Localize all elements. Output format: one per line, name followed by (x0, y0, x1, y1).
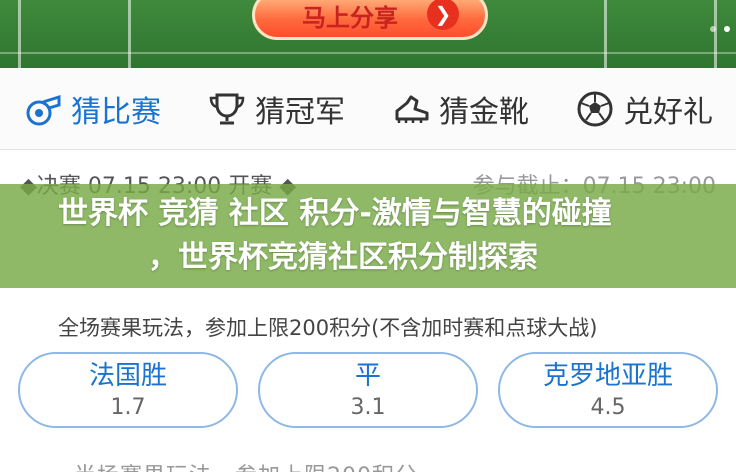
carousel-dot-active[interactable] (724, 26, 730, 32)
field-line (128, 0, 131, 68)
field-line (604, 0, 607, 68)
promo-banner: 马上分享 ❯ (0, 0, 736, 68)
option-name: 平 (354, 361, 381, 391)
tab-guess-match[interactable]: 猜比赛 (23, 87, 161, 131)
tab-label: 猜比赛 (71, 94, 161, 130)
tab-guess-champion[interactable]: 猜冠军 (207, 87, 345, 131)
boot-icon (391, 89, 431, 129)
carousel-dot[interactable] (710, 26, 716, 32)
headline-line-2: ，世界杯竞猜社区积分制探索 (148, 240, 538, 275)
half-time-rules-text: 半场赛果玩法，参加上限200积分 (74, 458, 418, 472)
field-line (18, 0, 21, 68)
tab-label: 兑好礼 (623, 94, 713, 130)
tab-label: 猜金靴 (439, 94, 529, 130)
bet-options: 法国胜 1.7 平 3.1 克罗地亚胜 4.5 (18, 352, 718, 428)
field-line (714, 0, 717, 68)
option-odds: 4.5 (590, 395, 626, 420)
option-odds: 3.1 (350, 395, 386, 420)
chevron-right-icon: ❯ (427, 0, 459, 30)
headline-overlay: 世界杯 竞猜 社区 积分-激情与智慧的碰撞 ，世界杯竞猜社区积分制探索 (0, 184, 736, 288)
whistle-icon (23, 89, 63, 129)
tab-guess-golden-boot[interactable]: 猜金靴 (391, 87, 529, 131)
share-button-label: 马上分享 (302, 3, 398, 32)
tab-bar: 猜比赛 猜冠军 猜金靴 兑好礼 (0, 68, 736, 150)
option-name: 法国胜 (88, 361, 167, 391)
tab-label: 猜冠军 (255, 94, 345, 130)
tab-redeem-gifts[interactable]: 兑好礼 (575, 87, 713, 131)
option-draw[interactable]: 平 3.1 (258, 352, 478, 428)
trophy-icon (207, 89, 247, 129)
share-now-button[interactable]: 马上分享 ❯ (252, 0, 488, 40)
carousel-dots[interactable] (710, 26, 730, 32)
option-france-win[interactable]: 法国胜 1.7 (18, 352, 238, 428)
option-odds: 1.7 (110, 395, 146, 420)
headline-line-1: 世界杯 竞猜 社区 积分-激情与智慧的碰撞 (58, 196, 612, 231)
rules-text: 全场赛果玩法，参加上限200积分(不含加时赛和点球大战) (58, 316, 598, 340)
option-croatia-win[interactable]: 克罗地亚胜 4.5 (498, 352, 718, 428)
option-name: 克罗地亚胜 (542, 361, 673, 391)
field-line (0, 52, 736, 54)
soccer-ball-icon (575, 89, 615, 129)
